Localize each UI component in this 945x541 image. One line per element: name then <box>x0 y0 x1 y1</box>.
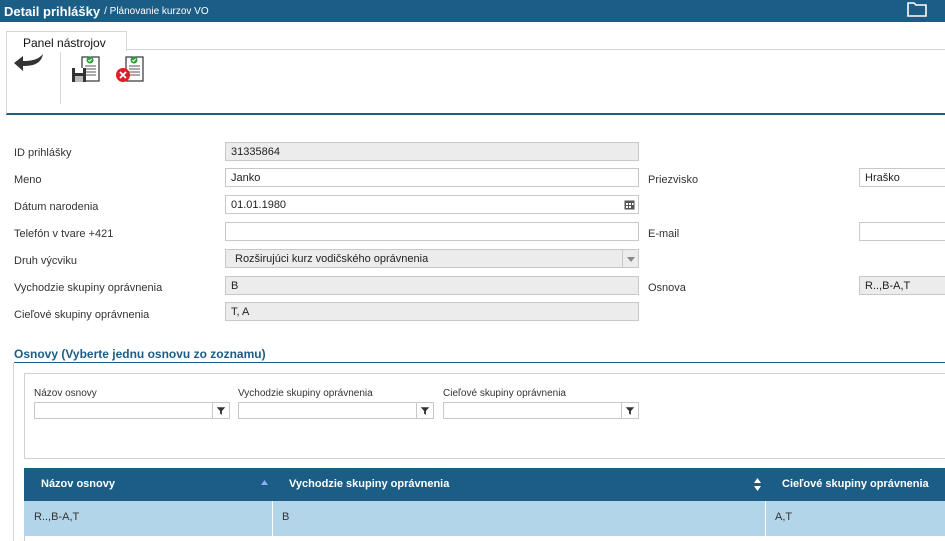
meno-label: Meno <box>14 174 42 186</box>
priezvisko-label: Priezvisko <box>648 174 699 186</box>
folder-icon[interactable] <box>907 1 927 17</box>
datum-value: 01.01.1980 <box>231 199 287 211</box>
cell-divider <box>765 501 766 536</box>
column-header-cielove[interactable]: Cieľové skupiny oprávnenia <box>782 468 945 501</box>
meno-field[interactable]: Janko <box>225 168 639 187</box>
email-label: E-mail <box>648 228 680 240</box>
datum-field[interactable]: 01.01.1980 <box>225 195 639 214</box>
calendar-icon[interactable] <box>624 199 635 210</box>
title-bar: Detail prihlášky / Plánovanie kurzov VO <box>0 0 945 22</box>
id-field: 31335864 <box>225 142 639 161</box>
sort-asc-icon[interactable] <box>260 479 269 486</box>
priezvisko-field[interactable]: Hraško <box>859 168 945 187</box>
filter-vychodzie-input[interactable] <box>238 402 434 419</box>
filter-icon[interactable] <box>621 403 638 418</box>
back-arrow-icon[interactable] <box>13 52 45 74</box>
column-header-vychodzie[interactable]: Vychodzie skupiny oprávnenia <box>289 468 759 501</box>
grid-header: Názov osnovy Vychodzie skupiny oprávneni… <box>24 468 945 501</box>
cielove-field: T, A <box>225 302 639 321</box>
table-row-partial <box>24 536 945 541</box>
filter-vychodzie-label: Vychodzie skupiny oprávnenia <box>238 388 373 399</box>
filter-nazov-label: Názov osnovy <box>34 388 97 399</box>
filter-cielove-input[interactable] <box>443 402 639 419</box>
toolbar-separator <box>60 52 61 104</box>
datum-label: Dátum narodenia <box>14 201 99 213</box>
chevron-down-icon[interactable] <box>622 250 638 267</box>
filter-icon[interactable] <box>416 403 433 418</box>
sort-icon[interactable] <box>753 477 762 492</box>
column-header-nazov[interactable]: Názov osnovy <box>41 468 271 501</box>
cancel-form-icon[interactable] <box>114 54 146 84</box>
vychodzie-field: B <box>225 276 639 295</box>
table-row[interactable]: R..,B-A,T B A,T <box>24 501 945 536</box>
osnova-label: Osnova <box>648 282 686 294</box>
filter-icon[interactable] <box>212 403 229 418</box>
filter-nazov-input[interactable] <box>34 402 230 419</box>
id-label: ID prihlášky <box>14 147 72 159</box>
toolbar-panel <box>6 49 945 115</box>
cell-nazov: R..,B-A,T <box>34 511 80 523</box>
cell-vychodzie: B <box>282 511 290 523</box>
filter-cielove-label: Cieľové skupiny oprávnenia <box>443 388 566 399</box>
breadcrumb: / Plánovanie kurzov VO <box>104 5 209 17</box>
druh-label: Druh výcviku <box>14 255 77 267</box>
druh-value: Rozširujúci kurz vodičského oprávnenia <box>235 253 429 265</box>
tab-panel-nastrojov[interactable]: Panel nástrojov <box>6 31 127 51</box>
osnovy-section-title: Osnovy (Vyberte jednu osnovu zo zoznamu) <box>14 347 266 361</box>
email-field[interactable] <box>859 222 945 241</box>
vychodzie-label: Vychodzie skupiny oprávnenia <box>14 282 163 294</box>
save-form-icon[interactable] <box>70 54 102 84</box>
page-title: Detail prihlášky <box>4 3 101 19</box>
cielove-label: Cieľové skupiny oprávnenia <box>14 309 150 321</box>
telefon-field[interactable] <box>225 222 639 241</box>
druh-select[interactable]: Rozširujúci kurz vodičského oprávnenia <box>225 249 639 268</box>
cell-divider <box>272 501 273 536</box>
osnova-field: R..,B-A,T <box>859 276 945 295</box>
cell-cielove: A,T <box>775 511 793 523</box>
telefon-label: Telefón v tvare +421 <box>14 228 114 240</box>
